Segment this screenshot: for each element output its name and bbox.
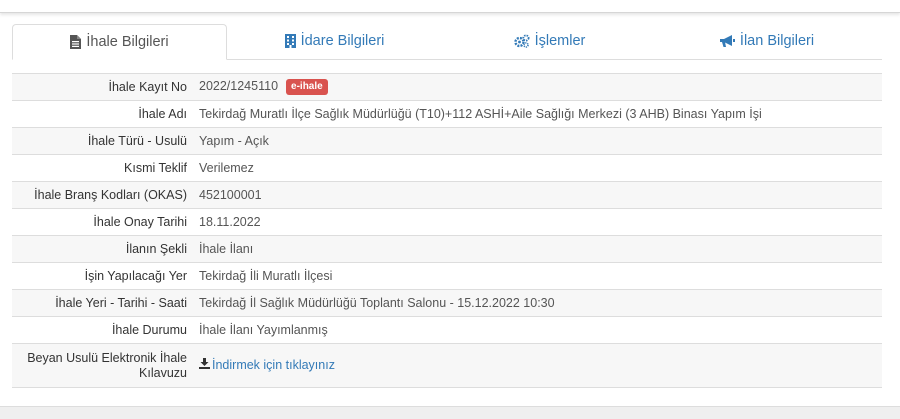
row-label: İhale Türü - Usulü bbox=[12, 127, 193, 155]
e-ihale-badge: e-ihale bbox=[286, 79, 328, 95]
tab-ilan-bilgileri[interactable]: İlan Bilgileri bbox=[657, 24, 877, 58]
table-row: İhale Durumu İhale İlanı Yayımlanmış bbox=[12, 316, 882, 344]
row-value: İhale İlanı Yayımlanmış bbox=[193, 316, 882, 344]
table-row: İhale Onay Tarihi 18.11.2022 bbox=[12, 208, 882, 236]
row-label: İhale Adı bbox=[12, 100, 193, 128]
table-row: İhale Branş Kodları (OKAS) 452100001 bbox=[12, 181, 882, 209]
row-value: 18.11.2022 bbox=[193, 208, 882, 236]
row-value: 2022/1245110 e-ihale bbox=[193, 73, 882, 101]
row-label: İhale Branş Kodları (OKAS) bbox=[12, 181, 193, 209]
tender-number: 2022/1245110 bbox=[199, 79, 279, 93]
table-row: İhale Adı Tekirdağ Muratlı İlçe Sağlık M… bbox=[12, 100, 882, 128]
tab-islemler[interactable]: İşlemler bbox=[442, 24, 657, 58]
row-label: İhale Onay Tarihi bbox=[12, 208, 193, 236]
row-label: Beyan Usulü Elektronik İhale Kılavuzu bbox=[12, 343, 193, 388]
row-value: İhale İlanı bbox=[193, 235, 882, 263]
row-value: Yapım - Açık bbox=[193, 127, 882, 155]
row-value: İndirmek için tıklayınız bbox=[193, 343, 882, 388]
row-value: 452100001 bbox=[193, 181, 882, 209]
table-row: İhale Kayıt No 2022/1245110 e-ihale bbox=[12, 73, 882, 101]
building-icon bbox=[284, 34, 296, 48]
file-text-icon bbox=[70, 35, 82, 49]
tab-idare-bilgileri[interactable]: İdare Bilgileri bbox=[227, 24, 442, 58]
bottom-panel-edge bbox=[0, 406, 900, 419]
top-panel-edge bbox=[0, 0, 900, 13]
download-link-text: İndirmek için tıklayınız bbox=[212, 358, 335, 372]
tender-details-table: İhale Kayıt No 2022/1245110 e-ihale İhale… bbox=[12, 73, 882, 388]
tab-label: İdare Bilgileri bbox=[300, 33, 385, 49]
row-label: İhale Durumu bbox=[12, 316, 193, 344]
row-label: İlanın Şekli bbox=[12, 235, 193, 263]
tab-ihale-bilgileri[interactable]: İhale Bilgileri bbox=[12, 24, 227, 60]
table-row: Beyan Usulü Elektronik İhale Kılavuzu İn… bbox=[12, 343, 882, 388]
row-value: Tekirdağ İli Muratlı İlçesi bbox=[193, 262, 882, 290]
row-label: Kısmi Teklif bbox=[12, 154, 193, 182]
table-row: İhale Yeri - Tarihi - Saati Tekirdağ İl … bbox=[12, 289, 882, 317]
bullhorn-icon bbox=[719, 34, 735, 48]
row-label: İşin Yapılacağı Yer bbox=[12, 262, 193, 290]
tab-label: İhale Bilgileri bbox=[86, 34, 169, 50]
table-row: Kısmi Teklif Verilemez bbox=[12, 154, 882, 182]
tab-label: İşlemler bbox=[534, 33, 586, 49]
gears-icon bbox=[513, 34, 530, 48]
download-guide-link[interactable]: İndirmek için tıklayınız bbox=[199, 358, 335, 373]
table-row: İşin Yapılacağı Yer Tekirdağ İli Muratlı… bbox=[12, 262, 882, 290]
download-icon bbox=[199, 358, 212, 373]
table-row: İlanın Şekli İhale İlanı bbox=[12, 235, 882, 263]
tab-bar: İhale Bilgileri İdare Bilgileri İşlemler… bbox=[12, 24, 882, 60]
table-row: İhale Türü - Usulü Yapım - Açık bbox=[12, 127, 882, 155]
tab-label: İlan Bilgileri bbox=[739, 33, 815, 49]
row-label: İhale Yeri - Tarihi - Saati bbox=[12, 289, 193, 317]
row-value: Tekirdağ Muratlı İlçe Sağlık Müdürlüğü (… bbox=[193, 100, 882, 128]
row-label: İhale Kayıt No bbox=[12, 73, 193, 101]
row-value: Tekirdağ İl Sağlık Müdürlüğü Toplantı Sa… bbox=[193, 289, 882, 317]
row-value: Verilemez bbox=[193, 154, 882, 182]
